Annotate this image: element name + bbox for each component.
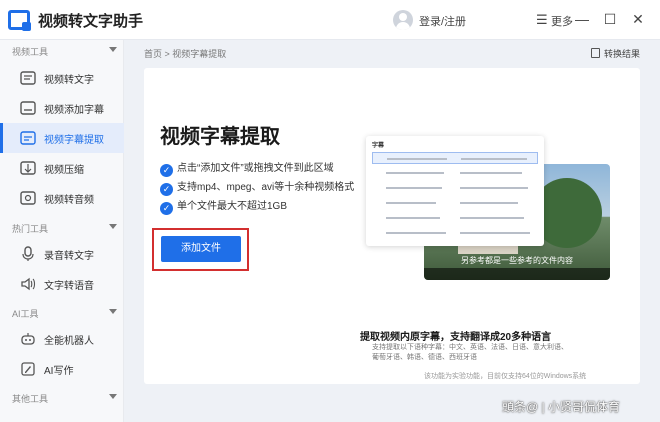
sidebar-item-video-to-audio[interactable]: 视频转音频 [0, 183, 124, 213]
user-avatar-icon[interactable] [393, 10, 413, 30]
breadcrumb[interactable]: 首页 > 视频字幕提取 [144, 47, 226, 60]
sidebar-item-label: 视频添加字幕 [44, 105, 104, 116]
check-icon: ✓ [160, 202, 173, 215]
sidebar-item-label: 视频转文字 [44, 75, 94, 86]
video-to-audio-icon [20, 191, 36, 205]
section-label: 其他工具 [12, 394, 49, 404]
video-compress-icon [20, 161, 36, 175]
sidebar-section-hot-tools[interactable]: 热门工具 [0, 220, 124, 238]
sidebar-item-video-subtitle[interactable]: 视频添加字幕 [0, 93, 124, 123]
sidebar-item-video-to-text[interactable]: 视频转文字 [0, 63, 124, 93]
convert-result-label: 转换结果 [603, 49, 640, 59]
more-button[interactable]: 更多 [551, 13, 573, 29]
sidebar-section-video-tools[interactable]: 视频工具 [0, 43, 124, 61]
close-button[interactable]: ✕ [628, 9, 648, 29]
feature-item: ✓ 点击“添加文件”或拖拽文件到此区域 [160, 159, 334, 177]
sidebar-item-text-to-speech[interactable]: 文字转语音 [0, 269, 124, 299]
sidebar-item-label: AI写作 [44, 366, 74, 377]
feature-caption: 提取视频内原字幕，支持翻译成20多种语言 [360, 332, 552, 343]
feature-text: 单个文件最大不超过1GB [177, 201, 288, 212]
recording-to-text-icon [22, 246, 34, 261]
app-title: 视频转文字助手 [38, 13, 144, 30]
sidebar-section-other-tools[interactable]: 其他工具 [0, 390, 124, 408]
app-logo-icon [8, 10, 31, 31]
sidebar-item-label: 视频转音频 [44, 195, 94, 206]
page-title: 视频字幕提取 [160, 126, 280, 148]
feature-text: 支持mp4、mpeg、avi等十余种视频格式 [177, 182, 355, 193]
subtitle-row [372, 212, 538, 224]
sidebar-item-label: 文字转语音 [44, 281, 94, 292]
subtitle-row [372, 197, 538, 209]
ai-writing-icon [21, 362, 35, 376]
subtitle-row [372, 227, 538, 239]
login-link[interactable]: 登录/注册 [419, 13, 466, 29]
main-area: 首页 > 视频字幕提取 转换结果 视频字幕提取 ✓ 点击“添加文件”或拖拽文件到此… [124, 40, 660, 422]
check-icon: ✓ [160, 164, 173, 177]
minimize-button[interactable]: — [572, 9, 592, 29]
experimental-note: 该功能为实验功能，目前仅支持64位的Windows系统 [424, 373, 587, 380]
subtitle-row [372, 152, 538, 164]
feature-item: ✓ 单个文件最大不超过1GB [160, 197, 287, 215]
sidebar-item-label: 录音转文字 [44, 251, 94, 262]
video-subtitle-text: 另参考都是一些参考的文件内容 [461, 256, 573, 265]
feature-item: ✓ 支持mp4、mpeg、avi等十余种视频格式 [160, 178, 354, 196]
menu-icon[interactable]: ☰ [536, 12, 548, 28]
sidebar-item-ai-writing[interactable]: AI写作 [0, 354, 124, 384]
sidebar-item-video-compress[interactable]: 视频压缩 [0, 153, 124, 183]
robot-icon [21, 333, 35, 345]
upload-drop-zone[interactable]: 视频字幕提取 ✓ 点击“添加文件”或拖拽文件到此区域 ✓ 支持mp4、mpeg、av… [144, 68, 640, 384]
watermark: 頭条@ | 小贤哥侃体育 [502, 400, 620, 414]
section-label: 视频工具 [12, 47, 49, 57]
sidebar-section-ai-tools[interactable]: AI工具 [0, 305, 124, 323]
document-icon [590, 48, 600, 58]
caret-down-icon [109, 309, 117, 314]
caret-down-icon [109, 47, 117, 52]
supported-languages-text: 支持提取以下语种字幕：中文、英语、法语、日语、意大利语、葡萄牙语、韩语、德语、西… [372, 344, 568, 361]
sidebar-item-robot[interactable]: 全能机器人 [0, 324, 124, 354]
subtitle-preview-card: 字幕 [366, 136, 544, 246]
maximize-button[interactable]: ☐ [600, 9, 620, 29]
caret-down-icon [109, 224, 117, 229]
section-label: 热门工具 [12, 224, 49, 234]
section-label: AI工具 [12, 309, 39, 319]
add-file-button[interactable]: 添加文件 [161, 236, 241, 262]
subtitle-row [372, 167, 538, 179]
convert-result-button[interactable]: 转换结果 [590, 47, 640, 60]
video-subtitle-icon [20, 101, 36, 115]
sidebar-item-label: 全能机器人 [44, 336, 94, 347]
subtitle-card-title: 字幕 [372, 143, 385, 149]
sidebar-item-recording-to-text[interactable]: 录音转文字 [0, 239, 124, 269]
video-to-text-icon [20, 71, 36, 85]
text-to-speech-icon [21, 277, 36, 291]
check-icon: ✓ [160, 183, 173, 196]
video-control-bar [424, 268, 610, 280]
sidebar-item-label: 视频压缩 [44, 165, 84, 176]
feature-text: 点击“添加文件”或拖拽文件到此区域 [177, 163, 334, 174]
title-bar: 视频转文字助手 登录/注册 ☰ 更多 — ☐ ✕ [0, 0, 660, 40]
caret-down-icon [109, 394, 117, 399]
subtitle-row [372, 182, 538, 194]
subtitle-extract-icon [20, 131, 36, 145]
sidebar-item-label: 视频字幕提取 [44, 135, 104, 146]
sidebar: 视频工具 视频转文字 视频添加字幕 视频字幕提取 视频压缩 视频转音频 热门工具… [0, 40, 124, 422]
sidebar-item-subtitle-extract[interactable]: 视频字幕提取 [0, 123, 124, 153]
